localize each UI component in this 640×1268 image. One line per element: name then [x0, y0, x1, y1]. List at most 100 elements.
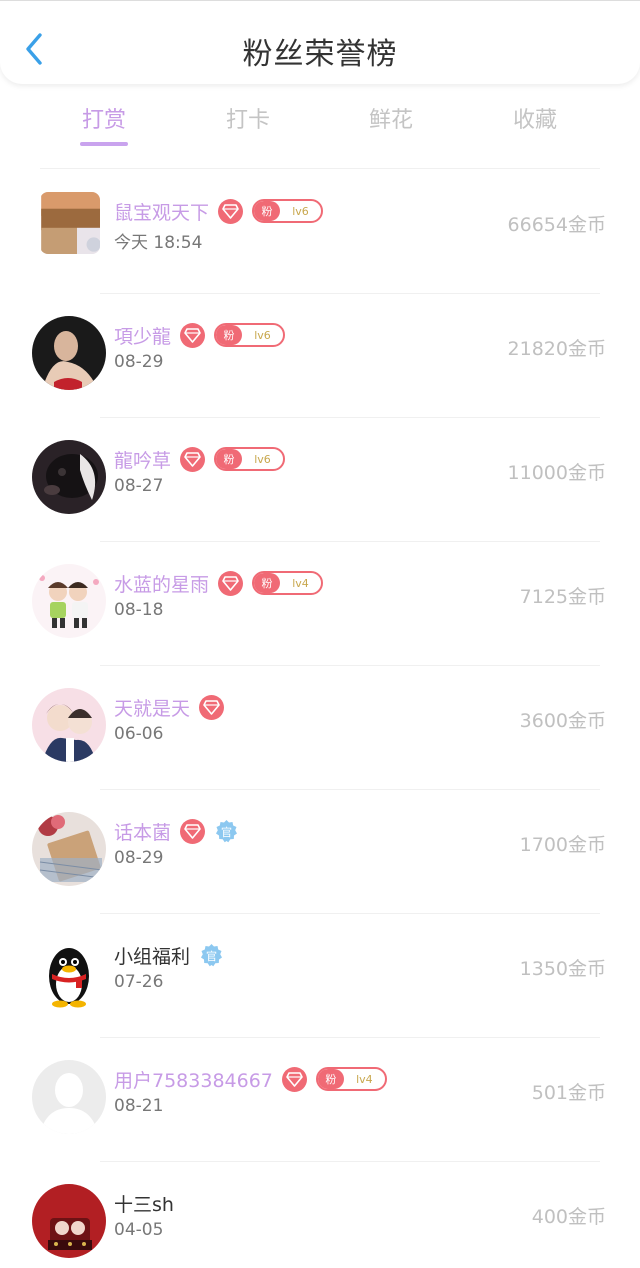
user-name[interactable]: 十三sh — [114, 1190, 174, 1217]
svg-text:官: 官 — [206, 949, 217, 963]
tab-flowers[interactable]: 鲜花 — [341, 102, 441, 152]
portrait-avatar — [32, 316, 106, 390]
official-icon: 官 — [201, 943, 223, 966]
portrait-avatar-image — [32, 316, 106, 390]
fan-level: lv6 — [292, 204, 309, 218]
tab-favorites[interactable]: 收藏 — [485, 102, 585, 152]
diamond-icon — [184, 451, 201, 467]
diamond-badge — [281, 1066, 307, 1092]
timestamp: 今天 18:54 — [114, 233, 203, 253]
list-item[interactable]: 小组福利 官 07-26 1350金币 — [0, 914, 640, 1038]
diamond-icon — [184, 327, 201, 343]
book-avatar — [32, 812, 106, 886]
diamond-icon — [184, 823, 201, 839]
timestamp: 07-26 — [114, 972, 164, 992]
official-badge: 官 — [214, 819, 239, 844]
user-name[interactable]: 水蓝的星雨 — [114, 570, 209, 597]
timestamp: 08-21 — [114, 1096, 164, 1116]
tab-checkin[interactable]: 打卡 — [198, 102, 298, 152]
fan-level-badge: 粉 lv6 — [214, 447, 286, 471]
default-avatar-image — [32, 1060, 106, 1134]
coin-amount: 66654金币 — [507, 214, 606, 236]
diamond-badge — [218, 570, 244, 596]
anime-avatar — [32, 688, 106, 762]
timestamp: 08-27 — [114, 476, 164, 496]
fan-label: 粉 — [254, 201, 281, 221]
red-avatar — [32, 1184, 106, 1258]
tab-bar: 打赏 打卡 鲜花 收藏 — [0, 96, 640, 156]
coin-amount: 1350金币 — [519, 958, 606, 980]
list-item[interactable]: 用户7583384667 粉 lv4 08-21 501金币 — [0, 1038, 640, 1162]
name-line: 項少龍 粉 lv6 — [114, 320, 286, 350]
list-item[interactable]: 龍吟草 粉 lv6 08-27 11000金币 — [0, 418, 640, 542]
list-item[interactable]: 天就是天 06-06 3600金币 — [0, 666, 640, 790]
name-line: 天就是天 — [114, 692, 225, 722]
fan-label: 粉 — [216, 325, 243, 345]
timestamp: 08-18 — [114, 600, 164, 620]
diamond-icon — [286, 1071, 303, 1087]
name-line: 龍吟草 粉 lv6 — [114, 444, 286, 474]
list-item[interactable]: 鼠宝观天下 粉 lv6 今天 18:54 66654金币 — [0, 170, 640, 294]
page-title: 粉丝荣誉榜 — [242, 37, 398, 72]
name-line: 话本菌 官 — [114, 816, 239, 846]
fan-level: lv4 — [292, 576, 309, 590]
list-item[interactable]: 項少龍 粉 lv6 08-29 21820金币 — [0, 294, 640, 418]
diamond-icon — [222, 203, 239, 219]
top-bar: 粉丝荣誉榜 — [0, 0, 640, 84]
timestamp: 08-29 — [114, 848, 164, 868]
name-line: 水蓝的星雨 粉 lv4 — [114, 568, 324, 598]
user-name[interactable]: 话本菌 — [114, 818, 171, 845]
name-line: 小组福利 官 — [114, 940, 224, 970]
active-tab-indicator — [80, 142, 128, 146]
fan-level: lv6 — [254, 328, 271, 342]
coin-amount: 1700金币 — [519, 834, 606, 856]
user-name[interactable]: 龍吟草 — [114, 446, 171, 473]
coin-amount: 501金币 — [531, 1082, 606, 1104]
timestamp: 06-06 — [114, 724, 164, 744]
penguin-avatar-image — [32, 936, 106, 1010]
cartoon-avatar — [32, 564, 106, 638]
official-icon: 官 — [216, 819, 238, 842]
fan-label: 粉 — [317, 1069, 344, 1089]
name-line: 用户7583384667 粉 lv4 — [114, 1064, 387, 1094]
dog-avatar-image — [32, 440, 106, 514]
fan-label: 粉 — [254, 573, 281, 593]
name-line: 鼠宝观天下 粉 lv6 — [114, 196, 324, 226]
diamond-icon — [203, 699, 220, 715]
coin-amount: 21820金币 — [507, 338, 606, 360]
fan-label: 粉 — [216, 449, 243, 469]
official-badge: 官 — [199, 943, 224, 968]
coin-amount: 7125金币 — [519, 586, 606, 608]
coin-amount: 3600金币 — [519, 710, 606, 732]
red-avatar-image — [32, 1184, 106, 1258]
list-item[interactable]: 水蓝的星雨 粉 lv4 08-18 7125金币 — [0, 542, 640, 666]
diamond-badge — [180, 818, 206, 844]
name-line: 十三sh — [114, 1188, 174, 1218]
fan-level: lv6 — [254, 452, 271, 466]
diamond-badge — [218, 198, 244, 224]
landscape-avatar-image — [41, 192, 100, 254]
landscape-avatar — [40, 192, 100, 254]
diamond-badge — [180, 446, 206, 472]
diamond-icon — [222, 575, 239, 591]
user-name[interactable]: 用户7583384667 — [114, 1066, 273, 1093]
anime-avatar-image — [32, 688, 106, 762]
svg-text:官: 官 — [221, 825, 232, 839]
timestamp: 08-29 — [114, 352, 164, 372]
user-name[interactable]: 鼠宝观天下 — [114, 198, 209, 225]
list-item[interactable]: 十三sh 04-05 400金币 — [0, 1162, 640, 1268]
list-item[interactable]: 话本菌 官 08-29 1700金币 — [0, 790, 640, 914]
user-name[interactable]: 小组福利 — [114, 942, 190, 969]
user-name[interactable]: 項少龍 — [114, 322, 171, 349]
coin-amount: 400金币 — [531, 1206, 606, 1228]
timestamp: 04-05 — [114, 1220, 164, 1240]
fan-level-badge: 粉 lv6 — [214, 323, 286, 347]
fan-level: lv4 — [356, 1072, 373, 1086]
fan-level-badge: 粉 lv4 — [252, 571, 324, 595]
book-avatar-image — [32, 812, 106, 886]
fan-level-badge: 粉 lv4 — [315, 1067, 387, 1091]
divider — [40, 168, 600, 169]
diamond-badge — [180, 322, 206, 348]
coin-amount: 11000金币 — [507, 462, 606, 484]
user-name[interactable]: 天就是天 — [114, 694, 190, 721]
